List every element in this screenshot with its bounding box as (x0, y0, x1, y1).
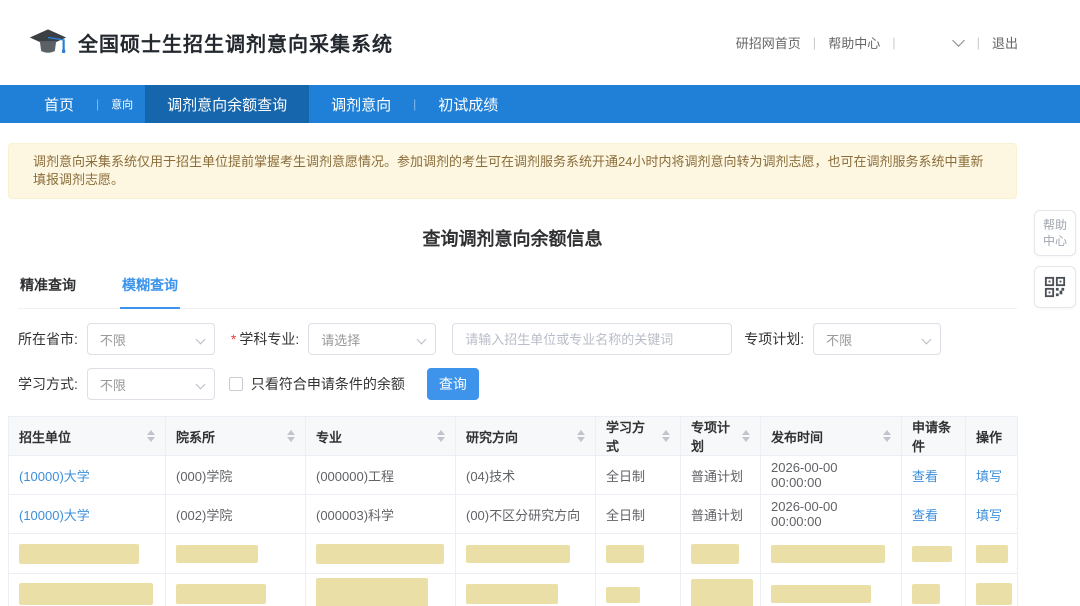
redacted-text (466, 545, 570, 563)
sort-icon[interactable] (281, 430, 295, 442)
header-links: 研招网首页 | 帮助中心 | | 退出 (736, 33, 1018, 52)
link-yanzhao-home[interactable]: 研招网首页 (736, 33, 801, 52)
nav-item-intent-small[interactable]: 意向 (99, 85, 145, 123)
chevron-down-icon (417, 335, 427, 345)
user-menu-chevron-down-icon[interactable] (952, 34, 965, 47)
study-mode-select[interactable]: 不限 (87, 368, 215, 400)
chevron-down-icon (922, 335, 932, 345)
redacted-text (19, 583, 153, 605)
float-panel: 帮助 中心 (1034, 210, 1076, 308)
eligible-only-checkbox[interactable]: 只看符合申请条件的余额 (229, 374, 405, 394)
nav-item-balance-query[interactable]: 调剂意向余额查询 (145, 85, 309, 123)
table-row: (10000)大学 (002)学院 (000003)科学 (00)不区分研究方向… (9, 495, 1018, 534)
col-header-apply-condition: 申请条件 (902, 417, 966, 456)
col-header-plan[interactable]: 专项计划 (681, 417, 761, 456)
sort-icon[interactable] (736, 430, 750, 442)
redacted-text (912, 546, 952, 562)
filter-row-2: 学习方式: 不限 只看符合申请条件的余额 查询 (18, 368, 1017, 400)
table-row-redacted (9, 534, 1018, 574)
tab-precise-query[interactable]: 精准查询 (18, 275, 78, 308)
filter-row-1: 所在省市: 不限 * 学科专业: 请选择 专项计划: 不限 (18, 323, 1017, 355)
fill-link[interactable]: 填写 (976, 469, 1002, 484)
study-mode-label: 学习方式: (18, 374, 78, 394)
table-row: (10000)大学 (000)学院 (000000)工程 (04)技术 全日制 … (9, 456, 1018, 495)
keyword-input[interactable] (452, 323, 732, 355)
query-tabs: 精准查询 模糊查询 (18, 275, 1017, 309)
col-header-study-mode[interactable]: 学习方式 (596, 417, 681, 456)
sort-icon[interactable] (656, 430, 670, 442)
redacted-text (316, 544, 444, 564)
qr-code-float-button[interactable] (1034, 266, 1076, 308)
help-center-float-button[interactable]: 帮助 中心 (1034, 210, 1076, 256)
col-header-unit[interactable]: 招生单位 (9, 417, 166, 456)
special-plan-label: 专项计划: (744, 329, 804, 349)
unit-link[interactable]: (10000)大学 (19, 469, 90, 484)
special-plan-select[interactable]: 不限 (813, 323, 941, 355)
app-title: 全国硕士生招生调剂意向采集系统 (78, 28, 393, 57)
table-header-row: 招生单位 院系所 专业 研究方向 学习方式 专项计划 发布时间 申请条件 操作 (9, 417, 1018, 456)
checkbox-icon (229, 377, 243, 391)
view-link[interactable]: 查看 (912, 508, 938, 523)
page-title: 查询调剂意向余额信息 (8, 225, 1017, 251)
redacted-text (912, 584, 940, 604)
redacted-text (19, 544, 139, 564)
top-header: 全国硕士生招生调剂意向采集系统 研招网首页 | 帮助中心 | | 退出 (0, 0, 1080, 85)
main-nav: 首页 | 意向 调剂意向余额查询 调剂意向 | 初试成绩 (0, 85, 1080, 123)
fill-link[interactable]: 填写 (976, 508, 1002, 523)
sort-icon[interactable] (571, 430, 585, 442)
redacted-text (976, 545, 1008, 563)
redacted-text (176, 545, 258, 563)
redacted-text (771, 585, 871, 603)
notice-banner: 调剂意向采集系统仅用于招生单位提前掌握考生调剂意愿情况。参加调剂的考生可在调剂服… (8, 143, 1017, 199)
required-mark: * (231, 331, 236, 347)
redacted-text (976, 583, 1012, 605)
col-header-direction[interactable]: 研究方向 (456, 417, 596, 456)
chevron-down-icon (195, 335, 205, 345)
sort-icon[interactable] (431, 430, 445, 442)
view-link[interactable]: 查看 (912, 469, 938, 484)
redacted-text (316, 578, 428, 606)
col-header-major[interactable]: 专业 (306, 417, 456, 456)
province-select[interactable]: 不限 (87, 323, 215, 355)
redacted-text (691, 544, 739, 564)
redacted-text (691, 579, 753, 606)
redacted-text (606, 587, 640, 603)
nav-item-initial-score[interactable]: 初试成绩 (416, 85, 520, 123)
redacted-text (466, 584, 558, 604)
tab-fuzzy-query[interactable]: 模糊查询 (120, 275, 180, 309)
graduation-cap-icon (28, 27, 68, 59)
nav-item-home[interactable]: 首页 (22, 85, 96, 123)
redacted-text (606, 545, 644, 563)
link-help-center[interactable]: 帮助中心 (828, 33, 880, 52)
unit-link[interactable]: (10000)大学 (19, 508, 90, 523)
results-table: 招生单位 院系所 专业 研究方向 学习方式 专项计划 发布时间 申请条件 操作 … (8, 416, 1018, 606)
logout-button[interactable]: 退出 (992, 33, 1018, 52)
redacted-text (771, 545, 885, 563)
qr-code-icon (1044, 276, 1066, 298)
col-header-publish-time[interactable]: 发布时间 (761, 417, 902, 456)
chevron-down-icon (195, 380, 205, 390)
subject-label: 学科专业: (239, 329, 299, 349)
table-row-redacted (9, 574, 1018, 606)
sort-icon[interactable] (141, 430, 155, 442)
sort-icon[interactable] (877, 430, 891, 442)
nav-item-adjust-intent[interactable]: 调剂意向 (309, 85, 413, 123)
page-content: 调剂意向采集系统仅用于招生单位提前掌握考生调剂意愿情况。参加调剂的考生可在调剂服… (0, 143, 1080, 606)
search-button[interactable]: 查询 (427, 368, 479, 400)
redacted-text (176, 584, 266, 604)
province-label: 所在省市: (18, 329, 78, 349)
col-header-department[interactable]: 院系所 (166, 417, 306, 456)
col-header-action: 操作 (966, 417, 1018, 456)
subject-select[interactable]: 请选择 (308, 323, 436, 355)
